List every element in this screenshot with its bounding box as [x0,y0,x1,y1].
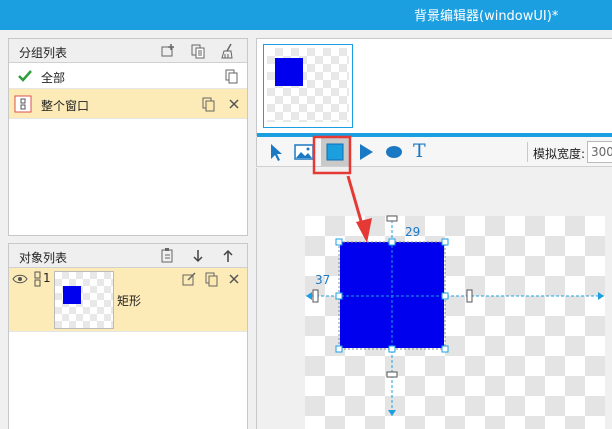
close-icon[interactable] [226,96,242,112]
canvas-checkerboard [305,216,605,429]
thumbnail-strip [256,38,612,137]
edit-icon[interactable] [181,271,197,287]
text-icon[interactable]: T [413,140,435,162]
close-icon[interactable] [226,271,242,287]
add-group-icon[interactable] [159,42,177,60]
clear-group-icon[interactable] [219,42,237,60]
object-thumbnail [54,271,114,329]
offset-y-label: 29 [405,225,421,239]
copy-group-icon[interactable] [189,42,207,60]
page-thumbnail-preview [267,48,349,122]
object-list-header: 对象列表 [9,244,247,268]
group-list-header: 分组列表 [9,39,247,63]
object-thumbnail-rect [63,286,81,304]
group-item-label: 全部 [41,71,66,85]
group-list-title: 分组列表 [19,46,68,60]
shape-toolbar: T 模拟宽度: 300 [256,137,612,167]
group-item-all[interactable]: 全部 [9,63,247,89]
group-type-icon [14,95,32,113]
sim-width-label: 模拟宽度: [533,147,586,161]
copy-icon[interactable] [204,271,220,287]
object-item-rect[interactable]: 1 矩形 [9,268,247,332]
object-list-panel: 对象列表 1 矩形 [8,243,248,429]
eye-icon[interactable] [12,271,28,287]
check-icon [18,70,32,82]
group-item-whole-window[interactable]: 整个窗口 [9,89,247,119]
image-icon[interactable] [293,141,315,163]
move-down-icon[interactable] [189,247,207,265]
rectangle-icon [326,143,344,161]
group-item-label: 整个窗口 [41,99,90,113]
canvas-area[interactable] [256,168,612,429]
copy-icon[interactable] [201,96,217,112]
move-up-icon[interactable] [219,247,237,265]
object-item-label: 矩形 [117,294,142,308]
rect-tool-button[interactable] [321,138,349,166]
paste-icon[interactable] [159,247,177,265]
pointer-icon[interactable] [265,141,287,163]
page-thumbnail[interactable] [263,44,353,128]
group-list-panel: 分组列表 全部 整个窗口 [8,38,248,236]
ellipse-icon[interactable] [383,141,405,163]
object-list-title: 对象列表 [19,251,68,265]
title-bar: 背景编辑器(windowUI)* [0,0,612,30]
window-title: 背景编辑器(windowUI)* [414,9,559,24]
sim-width-input[interactable]: 300 [587,141,612,163]
triangle-icon[interactable] [355,141,377,163]
toolbar-separator [527,142,528,162]
copy-icon[interactable] [224,68,240,84]
object-index: 1 [43,271,51,285]
thumbnail-rect [275,58,303,86]
offset-x-label: 37 [315,273,331,287]
object-type-icon [34,271,41,287]
